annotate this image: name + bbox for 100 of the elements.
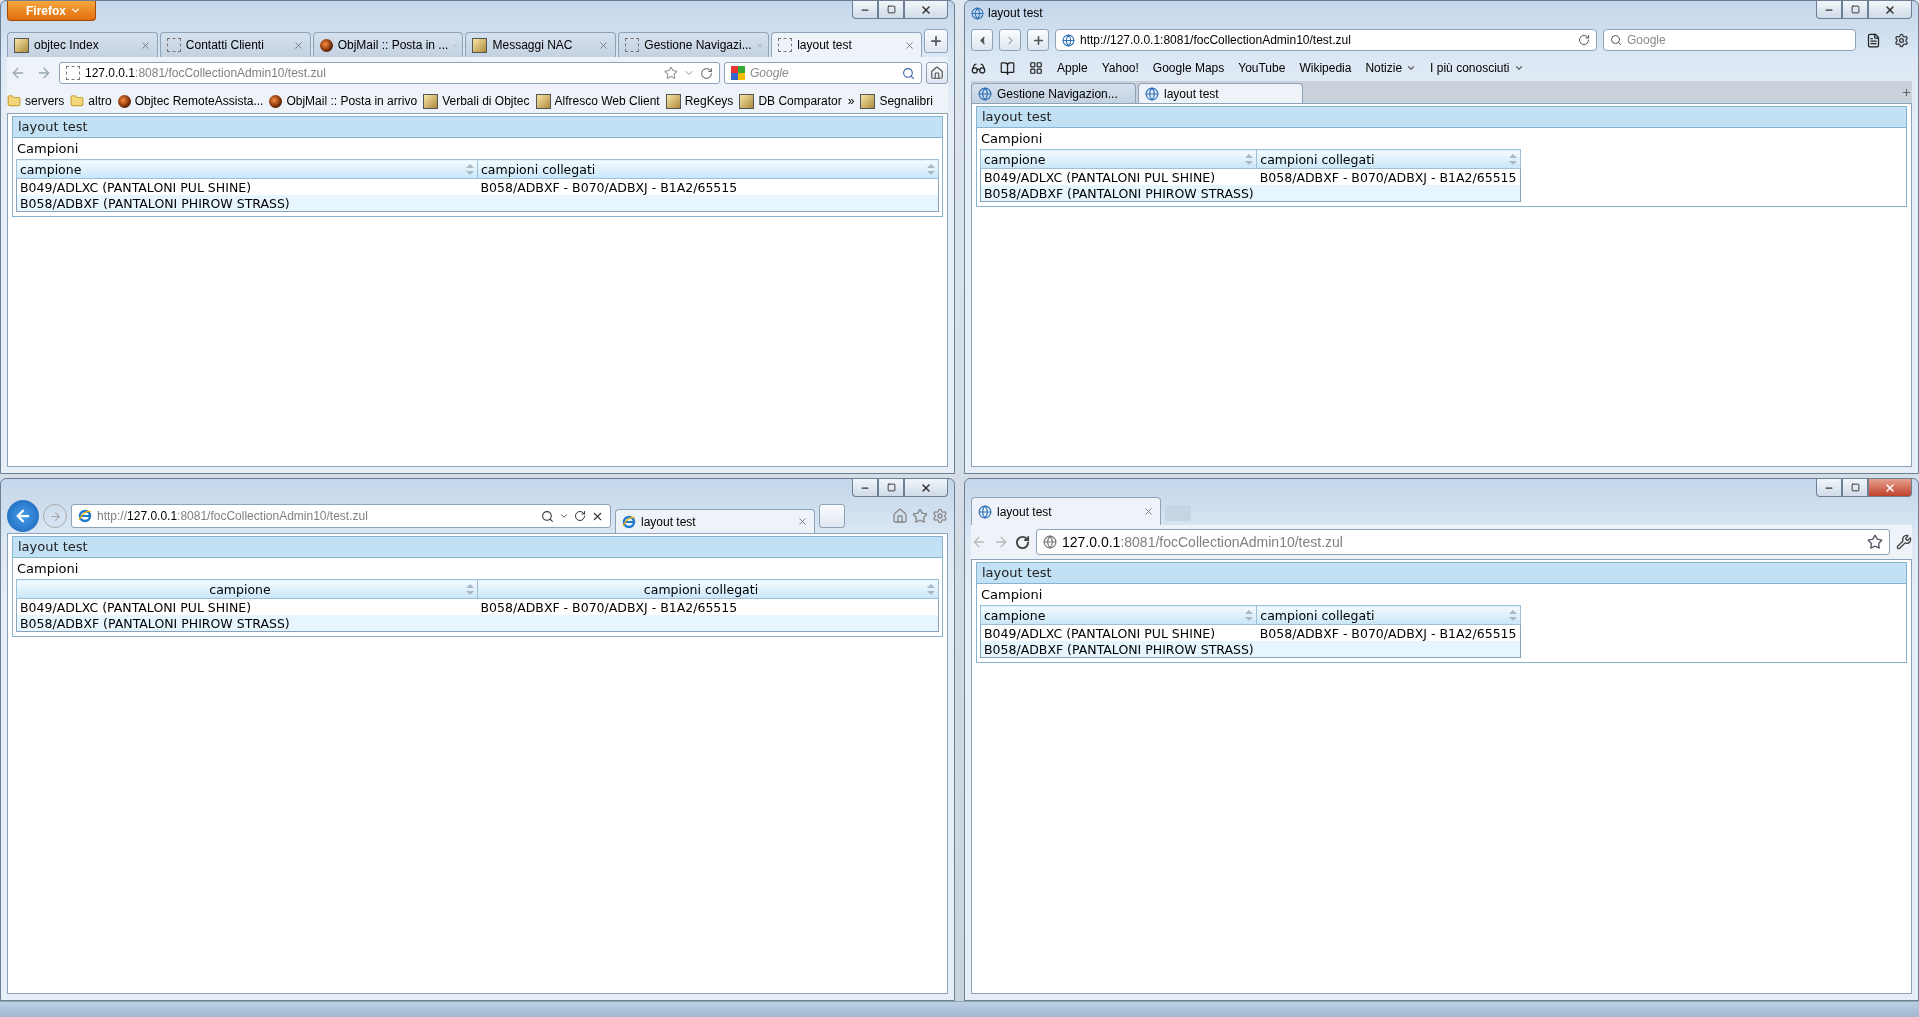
browser-tab[interactable]: ObjMail :: Posta in ...	[312, 32, 464, 57]
panel-title: layout test	[13, 117, 942, 138]
folder-icon	[7, 94, 21, 108]
maximize-button[interactable]	[1842, 1, 1868, 19]
bookmark-link[interactable]: Apple	[1057, 61, 1088, 75]
search-engine-icon	[731, 66, 745, 80]
browser-tab[interactable]: Messaggi NAC	[465, 32, 617, 57]
address-field[interactable]: http://127.0.0.1:8081/focCollectionAdmin10/test.zul	[1055, 29, 1597, 51]
bookmark-link[interactable]: ObjMail :: Posta in arrivo	[269, 94, 418, 108]
column-header[interactable]: campione	[16, 159, 478, 179]
column-header[interactable]: campione	[980, 149, 1257, 169]
globe-icon	[978, 86, 992, 101]
bookmark-link[interactable]: Yahoo!	[1101, 61, 1139, 75]
address-field[interactable]: http://127.0.0.1:8081/focCollectionAdmin10/test.zul	[71, 504, 611, 528]
browser-tab[interactable]: Gestione Navigazion...	[971, 83, 1136, 103]
maximize-button[interactable]	[878, 1, 904, 19]
bookmark-link[interactable]: Verbali di Objtec	[423, 93, 530, 109]
book-icon[interactable]	[1000, 60, 1015, 76]
blank-page-icon	[625, 38, 640, 52]
reload-icon[interactable]	[1015, 534, 1030, 550]
new-tab-button[interactable]	[819, 504, 845, 528]
column-header[interactable]: campione	[980, 605, 1257, 625]
sort-icon	[927, 583, 935, 595]
browser-tab[interactable]: layout test	[771, 32, 922, 57]
new-tab-button[interactable]	[923, 29, 948, 53]
caret-icon[interactable]	[559, 511, 569, 521]
maximize-icon	[886, 5, 896, 14]
minimize-button[interactable]	[1816, 479, 1842, 497]
search-icon[interactable]	[541, 509, 554, 523]
e-logo-icon	[78, 509, 92, 523]
forward-button[interactable]	[999, 29, 1021, 51]
bookmark-link[interactable]: altro	[70, 94, 112, 108]
bookmark-link[interactable]: DB Comparator	[739, 93, 842, 109]
close-button[interactable]	[904, 479, 948, 497]
picture-icon	[423, 93, 439, 109]
home-icon	[930, 66, 944, 80]
plus-icon	[928, 34, 943, 48]
minimize-button[interactable]	[1816, 1, 1842, 19]
browser-tab[interactable]: objtec Index	[7, 32, 158, 57]
bookmark-link[interactable]: Alfresco Web Client	[535, 93, 660, 109]
add-button[interactable]	[1027, 29, 1049, 51]
column-header[interactable]: campioni collegati	[1256, 605, 1520, 625]
orb-icon	[319, 38, 333, 52]
browser-tab[interactable]: Gestione Navigazi...	[618, 32, 770, 57]
orb-icon	[269, 94, 283, 108]
picture-icon	[14, 37, 29, 53]
browser-tab[interactable]: layout test	[615, 509, 815, 533]
globe-icon	[1145, 86, 1159, 101]
sort-icon	[466, 583, 474, 595]
close-icon	[1884, 3, 1896, 16]
close-button[interactable]	[1868, 1, 1912, 19]
sort-icon	[1508, 609, 1517, 621]
bookmark-link[interactable]: servers	[7, 94, 65, 108]
column-header[interactable]: campioni collegati	[1256, 149, 1520, 169]
browser-tab[interactable]: Contatti Clienti	[159, 32, 311, 57]
search-field[interactable]: Google	[1603, 29, 1856, 51]
close-tab-icon[interactable]	[903, 39, 915, 51]
bookmarks-menu[interactable]: Segnalibri	[860, 93, 933, 109]
table-cell: B058/ADBXF (PANTALONI PHIROW STRASS)	[980, 185, 1257, 202]
home-icon[interactable]	[892, 508, 908, 524]
browser-tab[interactable]: layout test	[971, 497, 1161, 525]
bookmark-link[interactable]: Notizie	[1365, 61, 1417, 75]
close-button[interactable]	[1868, 479, 1912, 497]
search-field[interactable]: Google	[724, 62, 922, 84]
column-header[interactable]: campioni collegati	[477, 579, 939, 599]
address-field[interactable]: 127.0.0.1:8081/focCollectionAdmin10/test.zul	[59, 62, 720, 84]
settings-icon[interactable]	[932, 508, 948, 524]
picture-icon	[535, 93, 551, 109]
home-button[interactable]	[926, 62, 948, 84]
close-button[interactable]	[904, 1, 948, 19]
new-tab-icon[interactable]	[1901, 86, 1912, 98]
close-tab-icon[interactable]	[139, 39, 151, 51]
bookmark-link[interactable]: YouTube	[1238, 61, 1286, 75]
minimize-button[interactable]	[852, 1, 878, 19]
grid-icon[interactable]	[1029, 61, 1043, 75]
bookmark-link[interactable]: Google Maps	[1152, 61, 1225, 75]
bookmark-link[interactable]: Objtec RemoteAssista...	[117, 94, 264, 108]
back-button[interactable]	[971, 29, 993, 51]
close-tab-icon[interactable]	[1143, 506, 1154, 517]
close-tab-icon[interactable]	[598, 39, 610, 51]
overflow-chevron[interactable]: »	[847, 94, 855, 108]
reload-icon[interactable]	[1578, 34, 1590, 46]
browser-tab[interactable]: layout test	[1138, 83, 1303, 103]
reload-icon[interactable]	[574, 510, 586, 522]
back-button[interactable]	[7, 500, 39, 532]
close-tab-icon[interactable]	[797, 516, 808, 527]
wrench-icon[interactable]	[1896, 534, 1912, 550]
close-tab-icon[interactable]	[292, 39, 304, 51]
bookmark-link[interactable]: RegKeys	[665, 93, 734, 109]
address-field[interactable]: 127.0.0.1:8081/focCollectionAdmin10/test.zul	[1036, 529, 1890, 555]
search-icon[interactable]	[902, 66, 915, 80]
bookmark-link[interactable]: I più conosciuti	[1430, 61, 1524, 75]
maximize-button[interactable]	[878, 479, 904, 497]
sort-icon	[1245, 153, 1254, 165]
window-title: layout test	[988, 6, 1043, 20]
bookmark-link[interactable]: Wikipedia	[1299, 61, 1352, 75]
column-header[interactable]: campione	[16, 579, 478, 599]
minimize-button[interactable]	[852, 479, 878, 497]
maximize-button[interactable]	[1842, 479, 1868, 497]
column-header[interactable]: campioni collegati	[477, 159, 939, 179]
